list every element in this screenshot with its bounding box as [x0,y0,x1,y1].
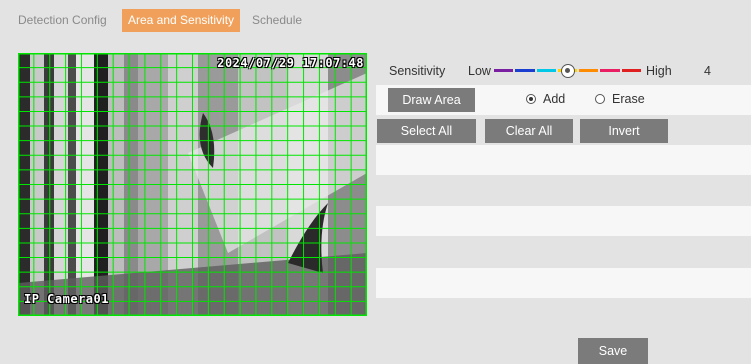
osd-camera-name: IP Camera01 [24,292,109,306]
sensitivity-row: Sensitivity Low High 4 [376,53,751,85]
slider-segment [536,69,556,72]
save-button[interactable]: Save [578,338,648,364]
detection-grid[interactable] [18,53,367,316]
sensitivity-value: 4 [704,64,711,78]
tab-schedule[interactable]: Schedule [252,9,302,32]
empty-row [376,237,751,267]
sensitivity-low-label: Low [468,64,491,78]
empty-row [376,145,751,175]
sensitivity-label: Sensitivity [389,64,446,78]
empty-row [376,175,751,205]
erase-radio-label: Erase [612,92,645,106]
empty-row [376,268,751,298]
draw-area-button[interactable]: Draw Area [388,88,475,112]
add-radio[interactable]: Add [526,92,565,106]
tab-area-and-sensitivity[interactable]: Area and Sensitivity [122,9,241,32]
add-radio-dot[interactable] [526,94,536,104]
osd-timestamp: 2024/07/29 17:07:48 [217,56,364,70]
grid-actions-row: Select All Clear All Invert [376,115,751,145]
camera-preview[interactable]: 2024/07/29 17:07:48 IP Camera01 [18,53,367,316]
slider-segment [515,69,535,72]
erase-radio-dot[interactable] [595,94,605,104]
slider-segment [600,69,620,72]
empty-row [376,206,751,236]
slider-segment [494,69,514,72]
select-all-button[interactable]: Select All [377,119,476,143]
slider-knob[interactable] [561,64,575,78]
sensitivity-high-label: High [646,64,672,78]
sensitivity-slider[interactable] [493,64,642,78]
invert-button[interactable]: Invert [580,119,668,143]
clear-all-button[interactable]: Clear All [485,119,573,143]
slider-segment [579,69,599,72]
erase-radio[interactable]: Erase [595,92,645,106]
slider-segment [621,69,641,72]
tab-detection-config[interactable]: Detection Config [18,9,107,32]
tab-bar: Detection Config Area and Sensitivity Sc… [0,9,751,32]
add-radio-label: Add [543,92,566,106]
